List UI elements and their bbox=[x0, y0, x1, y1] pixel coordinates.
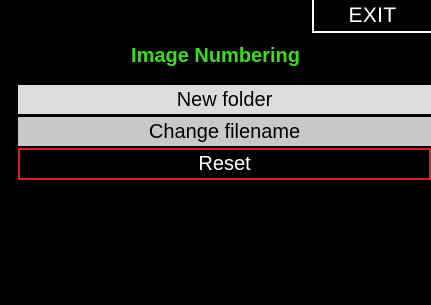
screen-title: Image Numbering bbox=[131, 45, 300, 67]
exit-button[interactable]: EXIT bbox=[312, 0, 431, 33]
exit-label: EXIT bbox=[348, 4, 397, 27]
menu-item-new-folder[interactable]: New folder bbox=[18, 85, 431, 114]
menu-item-change-filename[interactable]: Change filename bbox=[18, 117, 431, 146]
menu-item-reset[interactable]: Reset bbox=[18, 148, 431, 180]
